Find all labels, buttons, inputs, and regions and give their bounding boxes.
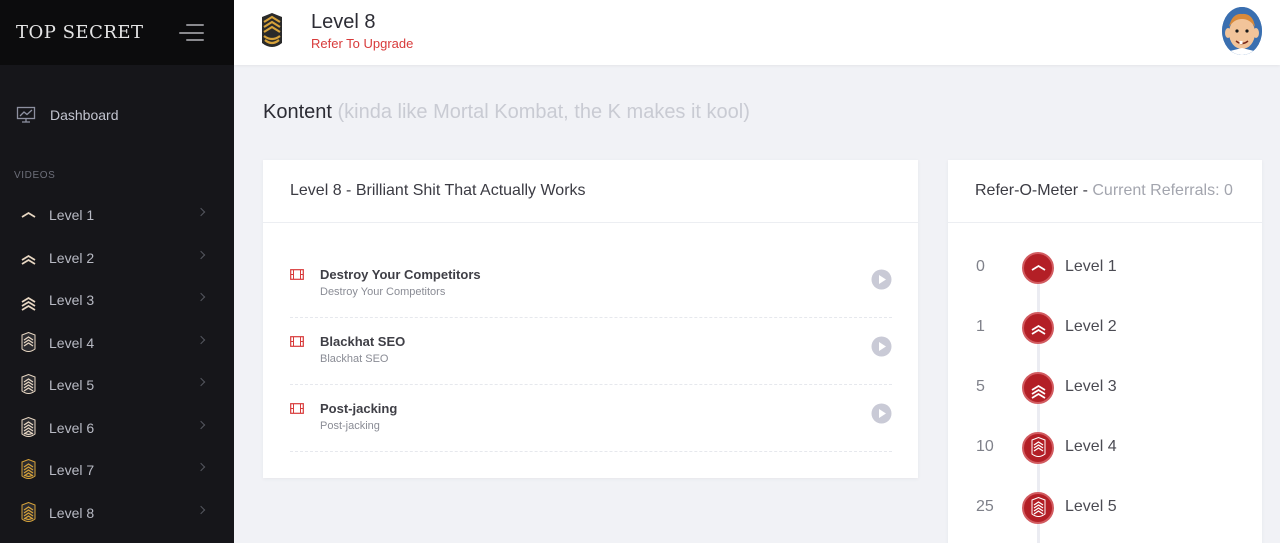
rank-chevron-icon xyxy=(20,289,37,312)
rank-badge-icon xyxy=(262,13,282,47)
sidebar-item-label: Level 1 xyxy=(49,207,95,224)
referral-threshold: 10 xyxy=(976,438,994,455)
referral-threshold: 25 xyxy=(976,498,994,515)
meter-level-label: Level 3 xyxy=(1065,378,1117,395)
menu-toggle-icon[interactable] xyxy=(179,24,204,41)
video-title: Blackhat SEO xyxy=(320,334,406,349)
rank-badge-icon xyxy=(1030,497,1047,519)
film-icon xyxy=(290,336,304,347)
video-list: Destroy Your Competitors Destroy Your Co… xyxy=(290,251,892,452)
video-item-post-jacking[interactable]: Post-jacking Post-jacking xyxy=(290,385,892,452)
video-item-blackhat-seo[interactable]: Blackhat SEO Blackhat SEO xyxy=(290,318,892,385)
play-icon[interactable] xyxy=(871,336,892,357)
rank-chevron-icon xyxy=(1030,377,1047,399)
content-heading-title: Kontent xyxy=(263,101,332,123)
brand-logo-text: TOP SECRET xyxy=(16,22,144,43)
meter-level-5: 25 Level 5 xyxy=(948,488,1262,528)
current-referrals: Current Referrals: 0 xyxy=(1092,182,1233,199)
sidebar-item-label: Dashboard xyxy=(50,107,119,123)
sidebar-item-dashboard[interactable]: Dashboard xyxy=(0,100,234,130)
brand: TOP SECRET xyxy=(0,0,234,65)
chevron-right-icon xyxy=(196,377,206,387)
avatar[interactable] xyxy=(1222,7,1262,55)
page-title: Level 8 xyxy=(311,11,376,33)
meter-timeline: 0 Level 1 1 Level 2 5 Level 3 10 Level 4… xyxy=(948,224,1262,543)
film-icon xyxy=(290,403,304,414)
chevron-right-icon xyxy=(196,250,206,259)
sidebar-item-label: Level 3 xyxy=(49,292,95,309)
play-icon[interactable] xyxy=(871,269,892,290)
sidebar-item-level-8[interactable]: Level 8 xyxy=(0,492,234,535)
rank-chevron-icon xyxy=(20,247,37,269)
rank-chevron-icon xyxy=(20,204,37,226)
referral-threshold: 1 xyxy=(976,318,985,335)
sidebar: TOP SECRET Dashboard VIDEOS Level 1 Leve… xyxy=(0,0,234,543)
rank-chevron-icon xyxy=(1030,317,1047,339)
sidebar-item-label: Level 6 xyxy=(49,419,95,436)
content-heading: Kontent (kinda like Mortal Kombat, the K… xyxy=(263,101,750,124)
rank-badge-gold-icon xyxy=(20,459,37,481)
meter-level-label: Level 5 xyxy=(1065,498,1117,515)
chevron-right-icon xyxy=(196,292,206,302)
sidebar-item-level-6[interactable]: Level 6 xyxy=(0,407,234,450)
refer-o-meter-card: Refer-O-Meter - Current Referrals: 0 0 L… xyxy=(948,160,1262,543)
rank-badge-icon xyxy=(1030,437,1047,459)
play-icon[interactable] xyxy=(871,403,892,424)
referral-threshold: 0 xyxy=(976,258,985,275)
meter-level-label: Level 1 xyxy=(1065,258,1117,275)
chevron-right-icon xyxy=(196,335,206,344)
chevron-right-icon xyxy=(196,420,206,429)
sidebar-level-list: Level 1 Level 2 Level 3 Level 4 Level 5 … xyxy=(0,194,234,534)
refer-upgrade-link[interactable]: Refer To Upgrade xyxy=(311,36,413,51)
sidebar-item-label: Level 4 xyxy=(49,334,95,351)
referral-threshold: 5 xyxy=(976,378,985,395)
meter-level-label: Level 4 xyxy=(1065,438,1117,455)
sidebar-item-level-1[interactable]: Level 1 xyxy=(0,194,234,237)
film-icon xyxy=(290,269,304,280)
sidebar-item-label: Level 7 xyxy=(49,462,95,479)
content-heading-note: (kinda like Mortal Kombat, the K makes i… xyxy=(337,101,750,123)
sidebar-item-level-5[interactable]: Level 5 xyxy=(0,364,234,407)
meter-level-4: 10 Level 4 xyxy=(948,428,1262,468)
video-subtitle: Post-jacking xyxy=(320,420,380,432)
meter-level-1: 0 Level 1 xyxy=(948,248,1262,288)
rank-badge-icon xyxy=(20,374,37,396)
meter-title-label: Refer-O-Meter - xyxy=(975,182,1088,199)
rank-chevron-icon xyxy=(1030,257,1047,279)
chevron-right-icon xyxy=(196,207,206,217)
chevron-right-icon xyxy=(196,505,206,514)
sidebar-item-level-2[interactable]: Level 2 xyxy=(0,237,234,280)
level-content-card: Level 8 - Brilliant Shit That Actually W… xyxy=(263,160,918,478)
sidebar-item-label: Level 5 xyxy=(49,377,95,394)
video-title: Post-jacking xyxy=(320,401,398,416)
sidebar-item-level-3[interactable]: Level 3 xyxy=(0,279,234,322)
chart-monitor-icon xyxy=(16,106,36,123)
sidebar-section-title: VIDEOS xyxy=(14,170,56,181)
video-subtitle: Destroy Your Competitors xyxy=(320,286,446,298)
top-bar: Level 8 Refer To Upgrade xyxy=(234,0,1280,65)
meter-level-label: Level 2 xyxy=(1065,318,1117,335)
card-title: Level 8 - Brilliant Shit That Actually W… xyxy=(263,160,918,223)
video-title: Destroy Your Competitors xyxy=(320,267,481,282)
chevron-right-icon xyxy=(196,462,206,472)
video-subtitle: Blackhat SEO xyxy=(320,353,389,365)
sidebar-item-label: Level 8 xyxy=(49,504,95,521)
video-item-destroy-competitors[interactable]: Destroy Your Competitors Destroy Your Co… xyxy=(290,251,892,318)
meter-level-2: 1 Level 2 xyxy=(948,308,1262,348)
rank-badge-icon xyxy=(20,331,37,354)
sidebar-item-level-4[interactable]: Level 4 xyxy=(0,322,234,365)
rank-badge-gold-icon xyxy=(20,501,37,524)
rank-badge-icon xyxy=(20,416,37,439)
sidebar-item-label: Level 2 xyxy=(49,249,95,266)
meter-level-3: 5 Level 3 xyxy=(948,368,1262,408)
sidebar-item-level-7[interactable]: Level 7 xyxy=(0,449,234,492)
meter-title: Refer-O-Meter - Current Referrals: 0 xyxy=(948,160,1262,223)
